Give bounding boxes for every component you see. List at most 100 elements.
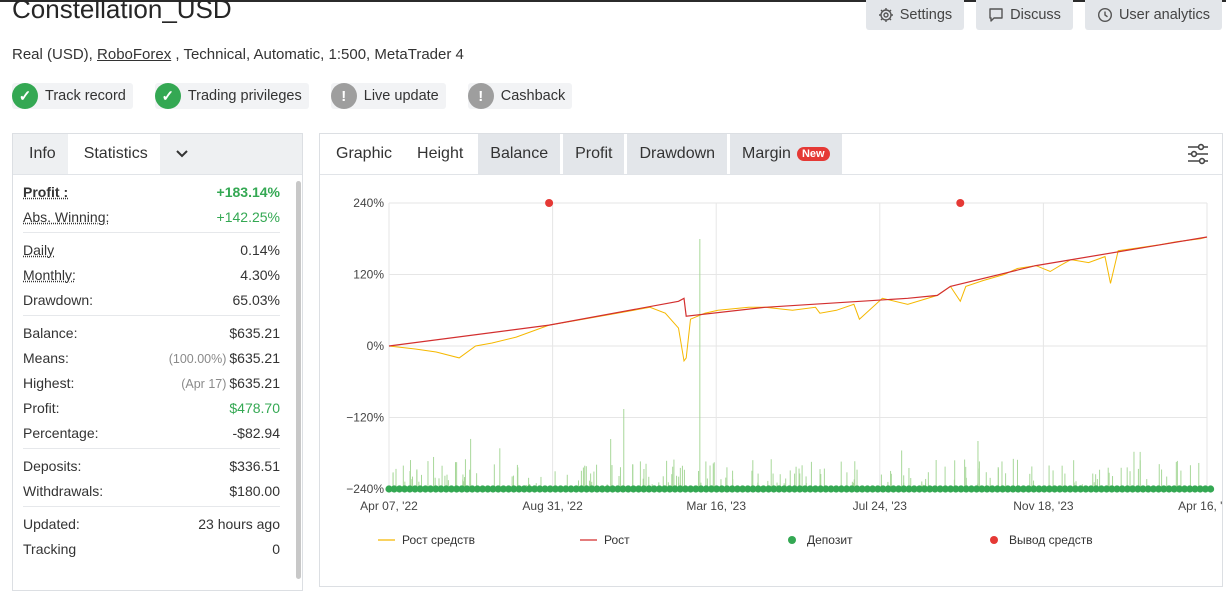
statistics-tabs: Info Statistics	[13, 134, 302, 175]
page-title: Constellation_USD	[12, 0, 232, 24]
y-tick-label: 240%	[353, 196, 384, 210]
stat-label: Profit:	[23, 399, 60, 416]
stat-value: +183.14%	[216, 183, 280, 200]
clock-icon	[1097, 7, 1112, 23]
stat-label: Deposits:	[23, 457, 82, 474]
chart-lines	[388, 236, 1208, 363]
legend-withdrawal: Вывод средств	[1009, 533, 1093, 547]
statistics-body: Profit : +183.14% Abs. Winning: +142.25%…	[13, 175, 302, 564]
stat-amount: $635.21	[229, 349, 280, 366]
stat-value: (100.00%) $635.21	[169, 350, 280, 366]
tab-statistics[interactable]: Statistics	[67, 134, 160, 174]
stat-value: $336.51	[229, 457, 280, 474]
stat-label[interactable]: Profit :	[23, 184, 68, 200]
x-tick-label: Apr 07, '22	[360, 499, 418, 513]
stats-section-flows: Deposits: $336.51 Withdrawals: $180.00	[23, 449, 280, 507]
gear-icon	[878, 8, 893, 22]
tab-drawdown[interactable]: Drawdown	[627, 134, 728, 174]
stat-note: (100.00%)	[168, 351, 227, 366]
settings-button[interactable]: Settings	[865, 0, 965, 30]
stat-value: $478.70	[229, 399, 280, 416]
badge-label: Trading privileges	[187, 88, 302, 104]
stat-row-highest: Highest: (Apr 17) $635.21	[23, 370, 280, 395]
tab-margin-label: Margin	[742, 145, 791, 162]
stats-section-rates: Daily 0.14% Monthly: 4.30% Drawdown: 65.…	[23, 233, 280, 316]
stat-label[interactable]: Abs. Winning:	[23, 209, 109, 225]
stat-label: Updated:	[23, 515, 80, 532]
stat-value: +142.25%	[216, 208, 280, 225]
broker-link[interactable]: RoboForex	[97, 46, 171, 63]
stats-section-balance: Balance: $635.21 Means: (100.00%) $635.21…	[23, 316, 280, 449]
x-tick-label: Apr 16, '24	[1178, 499, 1222, 513]
chat-icon	[989, 8, 1003, 22]
stat-amount: $635.21	[229, 374, 280, 391]
legend-deposit: Депозит	[807, 533, 853, 547]
settings-button-label: Settings	[899, 7, 953, 23]
stat-row-profit: Profit : +183.14%	[23, 179, 280, 204]
user-analytics-button-label: User analytics	[1118, 7, 1210, 23]
withdrawal-marker	[956, 199, 965, 207]
badge-label: Live update	[363, 88, 439, 104]
x-tick-label: Mar 16, '23	[686, 499, 746, 513]
new-badge: New	[796, 147, 830, 161]
verification-badges: ✓ Track record ✓ Trading privileges ! Li…	[12, 83, 573, 109]
tab-graphic[interactable]: Graphic	[324, 134, 402, 174]
stat-value: 4.30%	[240, 266, 280, 283]
stat-row-tracking: Tracking 0	[23, 536, 280, 561]
stat-row-withdrawals: Withdrawals: $180.00	[23, 478, 280, 503]
stat-row-profit-abs: Profit: $478.70	[23, 395, 280, 420]
volume-bars	[392, 239, 1200, 489]
x-tick-label: Aug 31, '22	[522, 499, 583, 513]
stat-row-deposits: Deposits: $336.51	[23, 453, 280, 478]
badge-label: Cashback	[500, 88, 566, 104]
stat-note: (Apr 17)	[181, 376, 227, 391]
chart-grid	[388, 202, 1208, 490]
stat-label: Highest:	[23, 374, 75, 391]
badge-track-record[interactable]: ✓ Track record	[12, 83, 133, 109]
chevron-down-icon[interactable]	[164, 134, 200, 174]
equity-growth-line	[388, 236, 1208, 363]
tab-profit[interactable]: Profit	[563, 134, 625, 174]
subtitle-prefix: Real (USD),	[12, 46, 98, 63]
stat-value: 0.14%	[240, 241, 280, 258]
tab-margin[interactable]: Margin New	[730, 134, 842, 174]
discuss-button[interactable]: Discuss	[976, 0, 1073, 30]
x-tick-label: Nov 18, '23	[1013, 499, 1074, 513]
stat-row-percentage: Percentage: -$82.94	[23, 420, 280, 445]
stat-value: -$82.94	[232, 424, 280, 441]
stat-label: Drawdown:	[23, 291, 94, 308]
check-icon: ✓	[12, 83, 38, 109]
badge-label: Track record	[45, 88, 126, 104]
tab-info[interactable]: Info	[13, 134, 68, 174]
deposit-marker	[1207, 485, 1215, 493]
filter-settings-icon[interactable]	[1186, 142, 1210, 166]
stat-label[interactable]: Daily	[23, 242, 54, 258]
stat-value: 23 hours ago	[198, 515, 280, 532]
account-subtitle: Real (USD), RoboForex , Technical, Autom…	[12, 46, 464, 63]
legend-equity-growth: Рост средств	[402, 533, 475, 547]
user-analytics-button[interactable]: User analytics	[1084, 0, 1222, 30]
stat-label: Withdrawals:	[23, 482, 104, 499]
header-actions: Settings Discuss User analytics	[865, 0, 1222, 30]
badge-cashback[interactable]: ! Cashback	[467, 83, 573, 109]
legend-growth: Рост	[604, 533, 630, 547]
stat-label[interactable]: Monthly:	[23, 267, 76, 283]
stat-label: Balance:	[23, 324, 78, 341]
badge-trading-privileges[interactable]: ✓ Trading privileges	[154, 83, 309, 109]
y-tick-label: 0%	[367, 339, 385, 353]
stat-value: $180.00	[229, 482, 280, 499]
stat-label: Means:	[23, 349, 69, 366]
x-tick-label: Jul 24, '23	[853, 499, 908, 513]
growth-chart: 240% 120% 0% −120% −240% Apr 07, '22 Aug 31, '…	[346, 196, 1222, 547]
chart-panel: Graphic Height Balance Profit Drawdown M…	[319, 133, 1223, 587]
stat-value: $635.21	[229, 324, 280, 341]
stat-label: Percentage:	[23, 424, 99, 441]
y-tick-label: 120%	[353, 268, 384, 282]
y-tick-label: −120%	[346, 411, 384, 425]
tab-height[interactable]: Height	[405, 134, 476, 174]
check-icon: ✓	[154, 83, 181, 109]
stat-row-drawdown: Drawdown: 65.03%	[23, 287, 280, 312]
badge-live-update[interactable]: ! Live update	[330, 83, 446, 109]
stat-value: 65.03%	[232, 291, 280, 308]
tab-balance[interactable]: Balance	[478, 134, 561, 174]
